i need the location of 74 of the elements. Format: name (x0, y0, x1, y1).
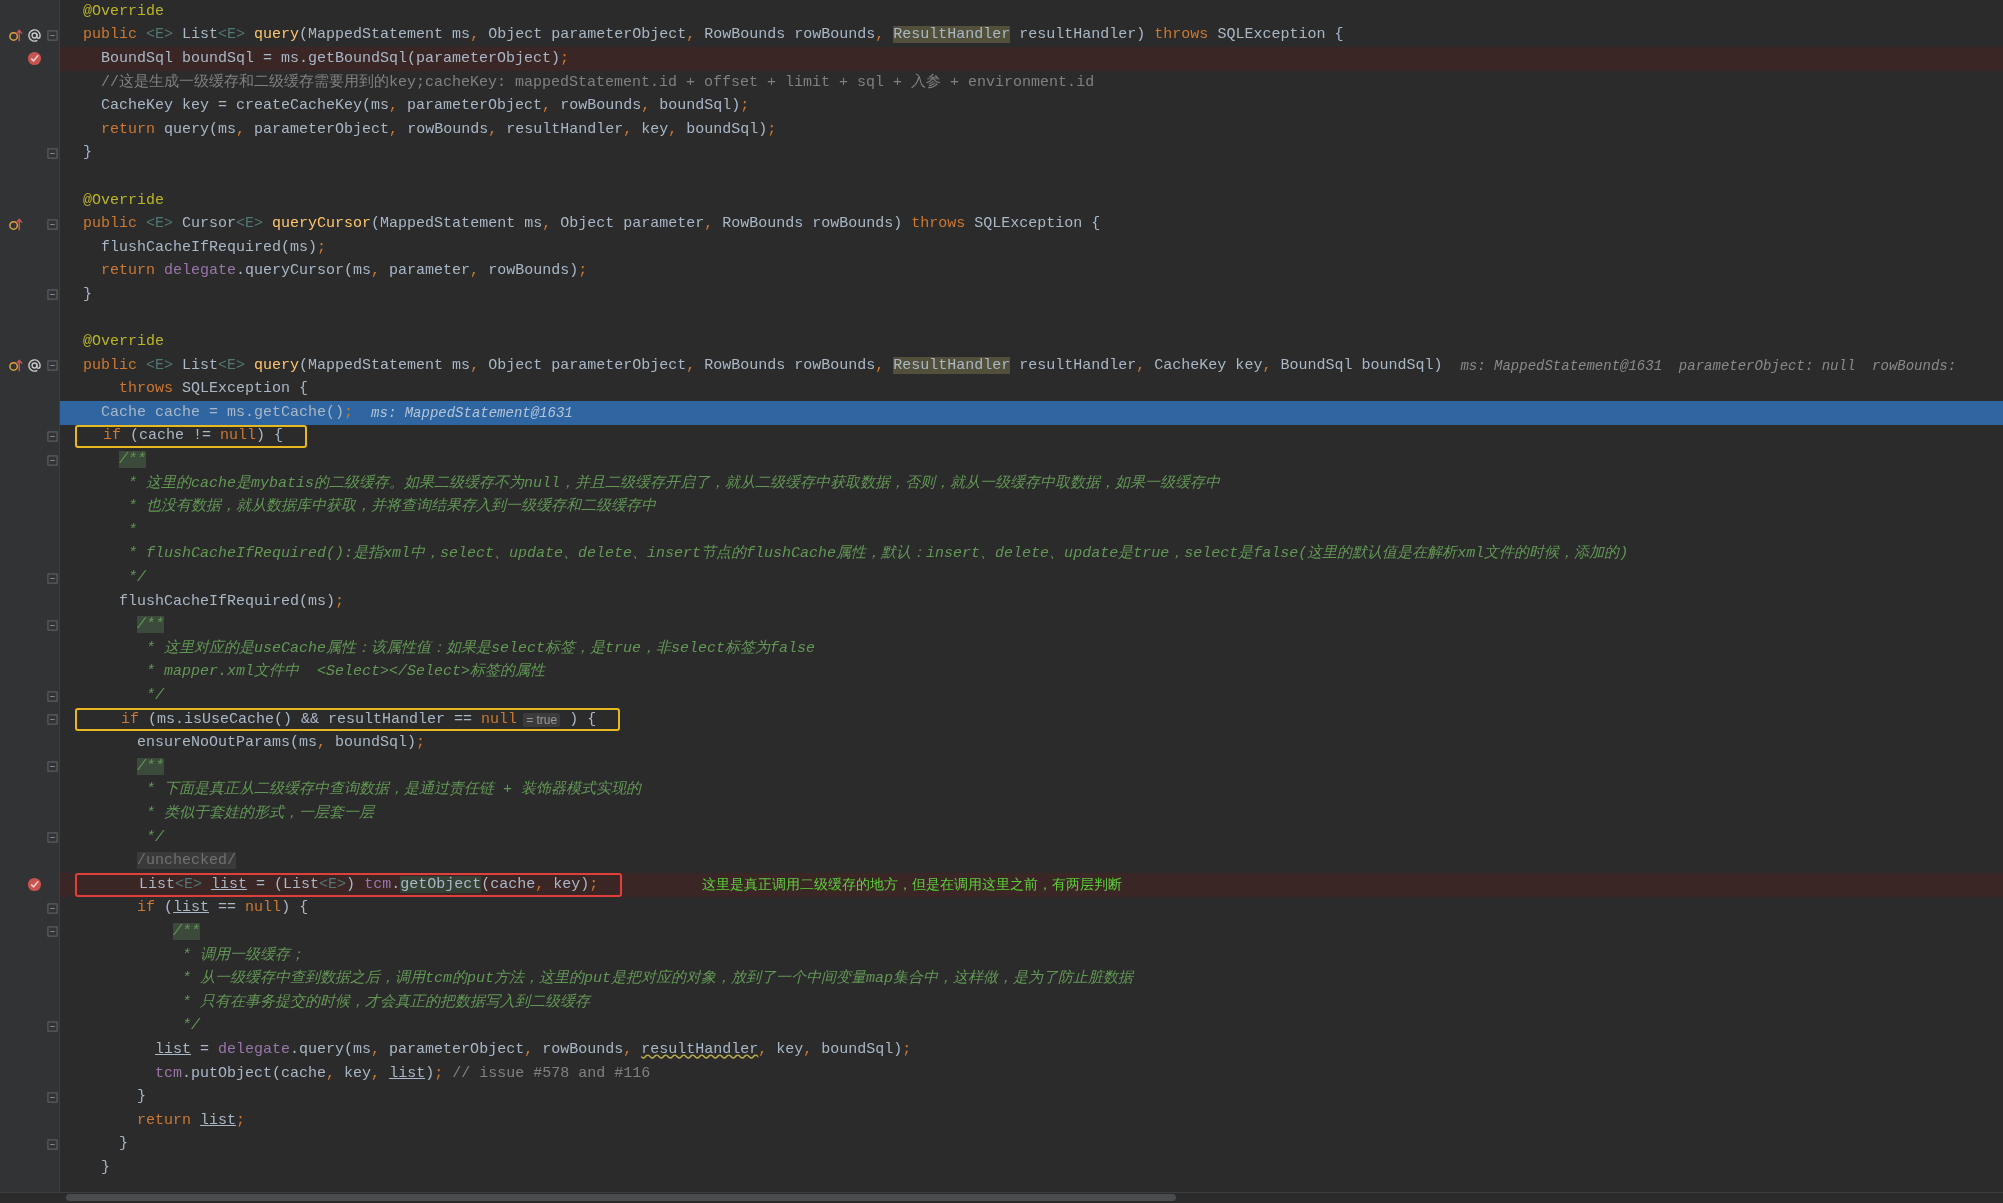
code-line: if (list == null) { (136, 898, 309, 919)
fold-marker-icon[interactable] (47, 1020, 58, 1032)
breakpoint-icon[interactable] (27, 877, 42, 893)
fold-marker-icon[interactable] (47, 714, 58, 726)
at-sign-icon[interactable] (27, 358, 42, 374)
code-line: tcm.putObject(cache, key, list); // issue #578 and #116 (154, 1063, 651, 1084)
code-line: * flushCacheIfRequired():是指xml中，select、update、delete、insert节点的flushCache属性，默认：insert、delete、update是true，select是false(这里的默认值是在解析xml文件的时候，添加的) (127, 543, 1629, 565)
code-line: if (cache != null) { (102, 426, 284, 447)
code-line: return query(ms, parameterObject, rowBounds, resultHandler, key, boundSql); (100, 119, 777, 140)
code-line: } (83, 143, 92, 164)
code-line: * 只有在事务提交的时候，才会真正的把数据写入到二级缓存 (181, 992, 591, 1013)
code-line: * 也没有数据，就从数据库中获取，并将查询结果存入到一级缓存和二级缓存中 (127, 496, 657, 518)
code-line: */ (127, 568, 147, 589)
code-line: } (83, 284, 92, 305)
fold-marker-icon[interactable] (47, 218, 58, 230)
fold-marker-icon[interactable] (47, 832, 58, 844)
code-line: flushCacheIfRequired(ms); (100, 237, 327, 258)
fold-marker-icon[interactable] (47, 454, 58, 466)
code-line: List<E> list = (List<E>) tcm.getObject(cache, key); (138, 874, 599, 895)
fold-marker-icon[interactable] (47, 1091, 58, 1103)
code-line: list = delegate.query(ms, parameterObject, rowBounds, resultHandler, key, boundSql); (154, 1039, 912, 1060)
fold-marker-icon[interactable] (47, 431, 58, 442)
code-line: @Override (83, 1, 164, 22)
fold-marker-icon[interactable] (47, 360, 58, 372)
code-line: * 类似于套娃的形式，一层套一层 (145, 803, 375, 824)
code-line: */ (145, 686, 165, 706)
overrides-method-icon[interactable] (8, 216, 23, 232)
code-line: * mapper.xml文件中 <Select></Select>标签的属性 (145, 661, 546, 683)
debug-value-hint: ms: MappedStatement@1631 parameterObject: null rowBounds: (1460, 357, 1957, 374)
code-line: //这是生成一级缓存和二级缓存需要用到的key;cacheKey: mappedStatement.id + offset + limit + sql + 入参 + environment.id (100, 72, 1095, 93)
fold-marker-icon[interactable] (47, 902, 58, 914)
fold-marker-icon[interactable] (47, 147, 58, 159)
breakpoint-icon[interactable] (27, 51, 42, 67)
code-line: CacheKey key = createCacheKey(ms, parameterObject, rowBounds, boundSql); (100, 96, 750, 117)
scrollbar-thumb[interactable] (66, 1194, 1176, 1201)
debug-value-hint: ms: MappedStatement@1631 (371, 404, 573, 421)
code-line: public <E> Cursor<E> queryCursor(MappedStatement ms, Object parameter, RowBounds rowBounds) throws SQLException { (83, 214, 1101, 235)
code-line: BoundSql boundSql = ms.getBoundSql(parameterObject); (100, 49, 570, 69)
fold-marker-icon[interactable] (47, 1138, 58, 1150)
code-line: * 下面是真正从二级缓存中查询数据，是通过责任链 + 装饰器模式实现的 (145, 779, 642, 801)
code-line: } (136, 1087, 147, 1108)
code-line: * 这里的cache是mybatis的二级缓存。如果二级缓存不为null，并且二级缓存开启了，就从二级缓存中获取数据，否则，就从一级缓存中取数据，如果一级缓存中 (127, 473, 1221, 494)
code-line: */ (145, 827, 165, 848)
code-line: } (118, 1134, 129, 1155)
code-line: * 调用一级缓存； (181, 945, 306, 966)
code-line: * 从一级缓存中查到数据之后，调用tcm的put方法，这里的put是把对应的对象，放到了一个中间变量map集合中，这样做，是为了防止脏数据 (181, 968, 1134, 990)
code-line: flushCacheIfRequired(ms); (118, 591, 345, 612)
code-line: ) { (568, 709, 597, 730)
fold-marker-icon[interactable] (47, 619, 58, 631)
fold-marker-icon[interactable] (47, 29, 58, 41)
overrides-method-icon[interactable] (8, 358, 23, 374)
code-line: Cache cache = ms.getCache(); (100, 402, 354, 423)
code-line: public <E> List<E> query(MappedStatement ms, Object parameterObject, RowBounds rowBounds, ResultHandler resultHandler, CacheKey key, BoundSql boundSql) (83, 355, 1443, 376)
fold-marker-icon[interactable] (47, 926, 58, 938)
fold-marker-icon[interactable] (47, 289, 58, 301)
code-line: ensureNoOutParams(ms, boundSql); (136, 733, 426, 754)
at-sign-icon[interactable] (27, 27, 42, 43)
fold-marker-icon[interactable] (47, 572, 58, 584)
code-line: * (127, 520, 138, 541)
code-line: if (ms.isUseCache() && resultHandler == null (120, 709, 518, 730)
code-line: public <E> List<E> query(MappedStatement ms, Object parameterObject, RowBounds rowBounds, ResultHandler resultHandler) throws SQLException { (83, 25, 1344, 46)
fold-marker-icon[interactable] (47, 761, 58, 773)
code-line: } (100, 1157, 111, 1178)
code-line: @Override (83, 190, 164, 211)
code-line: return delegate.queryCursor(ms, parameter, rowBounds); (100, 261, 588, 282)
code-line: * 这里对应的是useCache属性：该属性值：如果是select标签，是true，非select标签为false (145, 638, 816, 659)
code-line: */ (181, 1016, 201, 1037)
note-text: 这里是真正调用二级缓存的地方，但是在调用这里之前，有两层判断 (702, 875, 1123, 894)
overrides-method-icon[interactable] (8, 27, 23, 43)
code-line: return list; (136, 1110, 246, 1131)
inline-value-hint: = true (523, 712, 561, 727)
code-line: @Override (83, 332, 164, 353)
fold-marker-icon[interactable] (47, 690, 58, 702)
code-line: throws SQLException { (118, 379, 309, 400)
